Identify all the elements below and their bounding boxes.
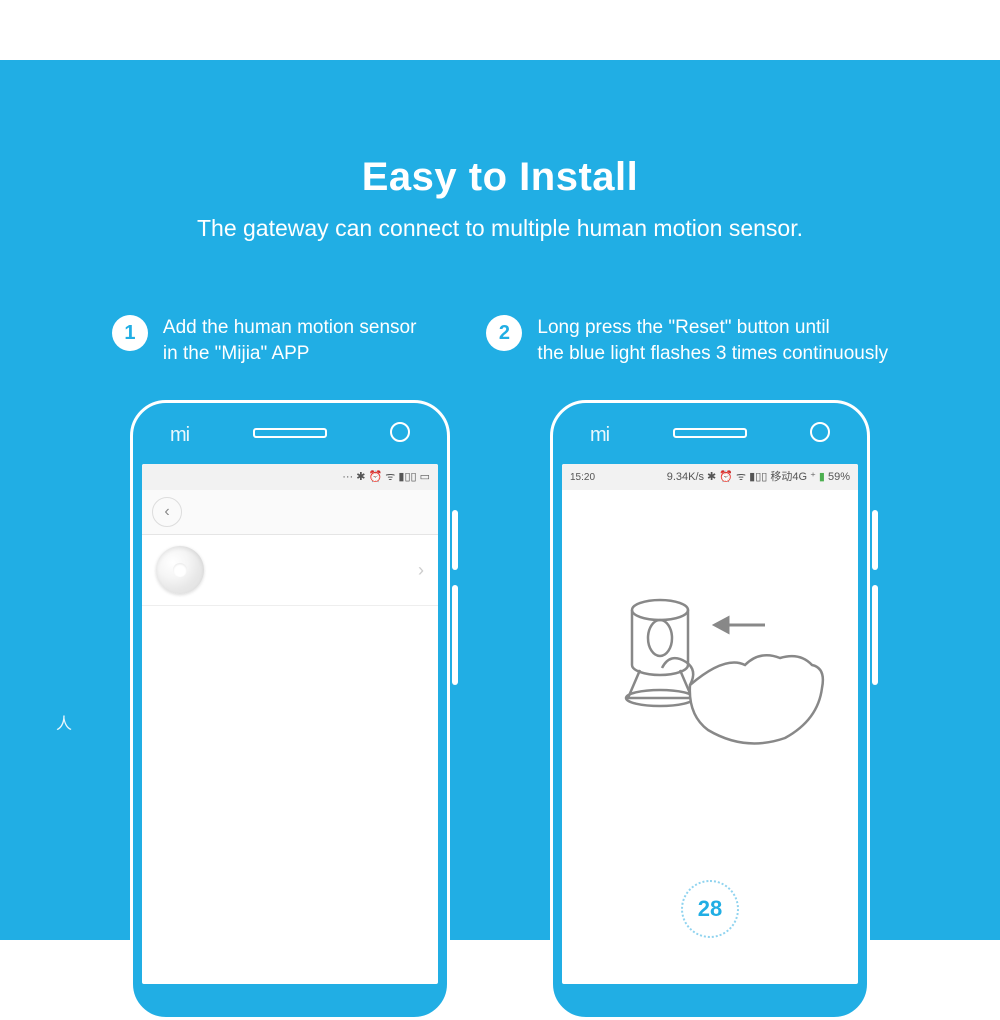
phone-1-screen: ··· ✱ ⏰ ᯤ ▮▯▯ ▭ ‹ › <box>142 464 438 984</box>
phone-front-camera-icon <box>390 422 410 442</box>
step-1: 1 Add the human motion sensor in the "Mi… <box>112 315 417 366</box>
phone-mockup-1: mi ··· ✱ ⏰ ᯤ ▮▯▯ ▭ ‹ <box>130 400 450 1020</box>
step-2-text: Long press the "Reset" button until the … <box>537 315 888 366</box>
pairing-screen: 28 <box>562 520 858 938</box>
status-time: 15:20 <box>570 472 595 483</box>
status-bar: ··· ✱ ⏰ ᯤ ▮▯▯ ▭ <box>142 464 438 490</box>
chevron-right-icon: › <box>418 560 424 581</box>
status-battery-pct: 59% <box>828 472 850 483</box>
phone-side-button-1 <box>872 510 878 570</box>
status-right: 9.34K/s ✱ ⏰ ᯤ ▮▯▯ 移动4G ⁺ ▮ 59% <box>667 472 850 483</box>
press-reset-illustration-icon <box>562 520 858 820</box>
hero-title: Easy to Install <box>0 155 1000 200</box>
phone-speaker-icon <box>253 428 327 438</box>
hero-subtitle: The gateway can connect to multiple huma… <box>0 215 1000 242</box>
app-navbar: ‹ <box>142 490 438 535</box>
status-net: 9.34K/s <box>667 472 704 483</box>
phone-speaker-icon <box>673 428 747 438</box>
phone-front-camera-icon <box>810 422 830 442</box>
phone-2-screen: 15:20 9.34K/s ✱ ⏰ ᯤ ▮▯▯ 移动4G ⁺ ▮ 59% <box>562 464 858 984</box>
steps-row: 1 Add the human motion sensor in the "Mi… <box>0 315 1000 366</box>
cropped-edge-text: 人 <box>56 710 72 734</box>
motion-sensor-thumb-icon <box>156 546 204 594</box>
phone-side-button-2 <box>872 585 878 685</box>
status-icons: ✱ ⏰ ᯤ ▮▯▯ 移动4G ⁺ <box>707 472 816 483</box>
step-1-text: Add the human motion sensor in the "Miji… <box>163 315 417 366</box>
mi-logo-icon: mi <box>170 424 189 447</box>
hero-panel: Easy to Install The gateway can connect … <box>0 60 1000 940</box>
status-right: ··· ✱ ⏰ ᯤ ▮▯▯ ▭ <box>342 472 430 483</box>
device-list-item[interactable]: › <box>142 535 438 606</box>
countdown-timer: 28 <box>681 880 739 938</box>
chevron-left-icon: ‹ <box>164 503 169 521</box>
battery-icon: ▮ <box>819 472 825 483</box>
status-icons: ··· ✱ ⏰ ᯤ ▮▯▯ ▭ <box>342 472 430 483</box>
phone-mockup-2: mi 15:20 9.34K/s ✱ ⏰ ᯤ ▮▯▯ 移动4G ⁺ ▮ 59% <box>550 400 870 1020</box>
status-bar: 15:20 9.34K/s ✱ ⏰ ᯤ ▮▯▯ 移动4G ⁺ ▮ 59% <box>562 464 858 490</box>
mi-logo-icon: mi <box>590 424 609 447</box>
step-1-badge: 1 <box>112 315 148 351</box>
phones-row: mi ··· ✱ ⏰ ᯤ ▮▯▯ ▭ ‹ <box>0 400 1000 1020</box>
phone-side-button-2 <box>452 585 458 685</box>
step-2-badge: 2 <box>486 315 522 351</box>
back-button[interactable]: ‹ <box>152 497 182 527</box>
step-2: 2 Long press the "Reset" button until th… <box>486 315 888 366</box>
phone-side-button-1 <box>452 510 458 570</box>
